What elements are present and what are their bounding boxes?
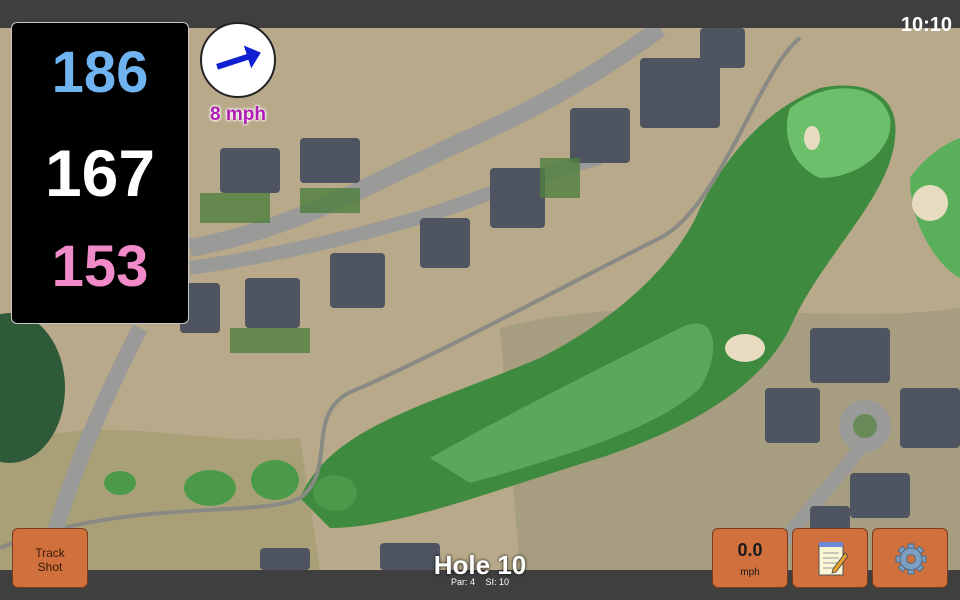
yardage-front: 153 xyxy=(51,234,149,299)
wind-speed-label: 8 mph xyxy=(210,104,266,125)
track-shot-label-line1: Track xyxy=(35,546,65,560)
yardage-middle: 167 xyxy=(44,136,156,210)
hole-par: Par: 4 xyxy=(450,577,475,587)
notepad-icon xyxy=(818,542,849,576)
wind-indicator xyxy=(200,22,276,98)
hole-stroke-index: SI: 10 xyxy=(485,577,510,587)
yardage-panel: 186 167 153 xyxy=(11,22,189,324)
wind-arrow-icon xyxy=(216,45,261,70)
wind-speed-unit: mph xyxy=(740,567,760,578)
track-shot-button[interactable]: Track Shot xyxy=(12,528,88,588)
track-shot-label-line2: Shot xyxy=(37,560,63,574)
settings-button[interactable] xyxy=(872,528,948,588)
hole-info: Par: 4 SI: 10 xyxy=(380,577,580,587)
gear-icon xyxy=(895,543,927,575)
yardage-back: 186 xyxy=(51,40,149,105)
notes-button[interactable] xyxy=(792,528,868,588)
wind-speed-button[interactable]: 0.0 mph xyxy=(712,528,788,588)
clock: 10:10 xyxy=(900,14,952,36)
wind-speed-value: 0.0 xyxy=(737,540,763,560)
